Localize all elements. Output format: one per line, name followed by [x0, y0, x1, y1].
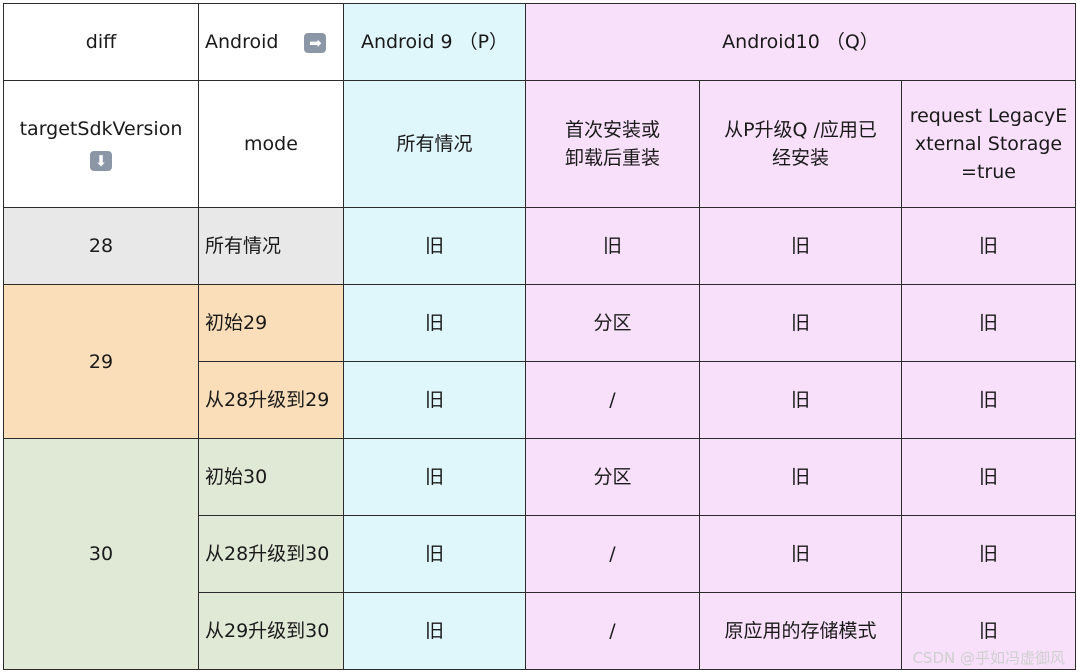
q-upgrade-cell: 旧	[699, 284, 902, 362]
target-sdk-header: targetSdkVersion ⬇	[3, 80, 199, 208]
q-legacy-cell: 旧	[901, 515, 1076, 593]
p-cell: 旧	[343, 361, 526, 439]
p-cell: 旧	[343, 207, 526, 285]
mode-header: mode	[198, 80, 344, 208]
q-legacy-header: request LegacyExternal Storage=true	[901, 80, 1076, 208]
table-row: 30 初始30 旧 分区 旧 旧	[3, 438, 1076, 670]
q-legacy-cell: 旧	[901, 438, 1076, 516]
table-row: 29 初始29 旧 分区 旧 旧	[3, 284, 1076, 439]
header-row-2: targetSdkVersion ⬇ mode 所有情况 首次安装或卸载后重装 从…	[3, 80, 1076, 208]
android-header: Android ➡	[198, 3, 344, 81]
q-upgrade-cell: 原应用的存储模式	[699, 592, 902, 670]
q-upgrade-cell: 旧	[699, 515, 902, 593]
q-fresh-cell: 旧	[525, 207, 700, 285]
q-fresh-cell: /	[525, 592, 700, 670]
target-sdk-label: targetSdkVersion	[19, 118, 183, 140]
p-cell: 旧	[343, 592, 526, 670]
p-cell: 旧	[343, 438, 526, 516]
p-all-header: 所有情况	[343, 80, 526, 208]
q-fresh-cell: 分区	[525, 438, 700, 516]
android9-header: Android 9 （P）	[343, 3, 526, 81]
p-cell: 旧	[343, 284, 526, 362]
q-fresh-cell: 分区	[525, 284, 700, 362]
android10-header: Android10 （Q）	[525, 3, 1076, 81]
q-fresh-header: 首次安装或卸载后重装	[525, 80, 700, 208]
q-legacy-cell: 旧	[901, 284, 1076, 362]
p-cell: 旧	[343, 515, 526, 593]
down-arrow-icon: ⬇	[90, 150, 112, 171]
comparison-table: diff Android ➡ Android 9 （P） Android10 （Q…	[3, 3, 1076, 670]
header-row-1: diff Android ➡ Android 9 （P） Android10 （Q…	[3, 3, 1076, 81]
mode-cell: 初始29	[198, 284, 344, 362]
q-fresh-cell: /	[525, 515, 700, 593]
android-label: Android	[205, 31, 279, 53]
mode-cell: 初始30	[198, 438, 344, 516]
q-upgrade-cell: 旧	[699, 438, 902, 516]
q-upgrade-header: 从P升级Q /应用已经安装	[699, 80, 902, 208]
q-upgrade-cell: 旧	[699, 207, 902, 285]
sdk-cell: 28	[3, 207, 199, 285]
sdk-cell: 29	[3, 284, 199, 439]
watermark: CSDN @乎如冯虚御风	[912, 649, 1065, 667]
mode-cell: 从29升级到30	[198, 592, 344, 670]
diff-header: diff	[3, 3, 199, 81]
q-fresh-cell: /	[525, 361, 700, 439]
mode-cell: 所有情况	[198, 207, 344, 285]
mode-cell: 从28升级到29	[198, 361, 344, 439]
q-legacy-cell: 旧	[901, 361, 1076, 439]
mode-cell: 从28升级到30	[198, 515, 344, 593]
sdk-cell: 30	[3, 438, 199, 670]
q-upgrade-cell: 旧	[699, 361, 902, 439]
right-arrow-icon: ➡	[304, 32, 327, 53]
table-row: 28 所有情况 旧 旧 旧 旧	[3, 207, 1076, 285]
q-legacy-cell: 旧	[901, 207, 1076, 285]
